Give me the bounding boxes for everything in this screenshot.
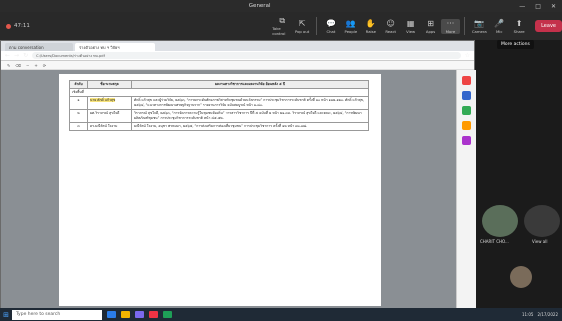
meeting-timer: 47:11: [0, 23, 272, 29]
taskbar-app-icon[interactable]: [121, 311, 130, 318]
browser-tab-active[interactable]: ร่างตัวอย่าง ทบ ฯ วิจัยฯ: [75, 43, 155, 51]
leave-button[interactable]: Leave: [535, 20, 562, 32]
section-row: เชิงพื้นที่: [69, 88, 369, 97]
col-header: ผลงานทางวิชาการและผลงานวิจัย ย้อนหลัง ๕ …: [131, 80, 369, 89]
share-button[interactable]: ⬆ Share: [509, 19, 529, 34]
sidebar-app-icon[interactable]: [462, 106, 471, 115]
rotate-icon[interactable]: ⟳: [43, 63, 46, 68]
taskbar-search[interactable]: Type here to search: [12, 309, 102, 320]
sidebar-app-icon[interactable]: [462, 121, 471, 130]
maximize-icon[interactable]: □: [535, 3, 541, 10]
react-button[interactable]: ☺ React: [381, 19, 401, 34]
back-icon[interactable]: ←: [5, 52, 10, 59]
title-bar: General — □ ✕: [0, 0, 562, 12]
clock-date[interactable]: 2/17/2022: [537, 312, 558, 317]
zoom-out-icon[interactable]: −: [26, 63, 29, 68]
pdf-page: ลำดับ ชื่อ-นามสกุล ผลงานทางวิชาการและผลง…: [59, 74, 381, 306]
apps-icon: ⊞: [427, 18, 434, 28]
camera-icon: 📷: [474, 18, 485, 28]
col-header: ลำดับ: [69, 80, 88, 89]
grid-icon: ▦: [406, 18, 415, 28]
pop-out-icon: ⇱: [298, 18, 306, 28]
research-table: ลำดับ ชื่อ-นามสกุล ผลงานทางวิชาการและผลง…: [69, 80, 369, 131]
close-icon[interactable]: ✕: [551, 3, 556, 10]
raise-hand-button[interactable]: ✋ Raise: [361, 19, 381, 34]
taskbar-app-icon[interactable]: [135, 311, 144, 318]
more-icon: ···: [446, 18, 455, 28]
view-all-link[interactable]: View all: [532, 239, 547, 244]
browser-tab[interactable]: ตาม conversation: [5, 43, 73, 51]
table-row: ๑ นาย ศักดิ์ แก้วสุข ศักดิ์ แก้วสุข และผ…: [69, 96, 369, 110]
shared-screen: ตาม conversation ร่างตัวอย่าง ทบ ฯ วิจัย…: [0, 40, 476, 309]
highlighted-name: นาย ศักดิ์ แก้วสุข: [90, 98, 116, 102]
camera-button[interactable]: 📷 Camera: [469, 19, 489, 34]
draw-icon[interactable]: ✎: [7, 63, 10, 68]
meeting-toolbar: 47:11 ⧉ Take control ⇱ Pop out 💬 Chat 👥 Peop…: [0, 12, 562, 40]
chat-icon: 💬: [325, 18, 336, 28]
col-header: ชื่อ-นามสกุล: [87, 80, 132, 89]
participant-video[interactable]: [482, 205, 518, 237]
address-bar: ← → ↻ C:/Users/Documents/ร่างตัวอย่าง ทบ…: [1, 51, 474, 61]
browser-sidebar: [456, 70, 476, 309]
minimize-icon[interactable]: —: [519, 3, 525, 10]
smile-icon: ☺: [386, 18, 395, 28]
mic-icon: 🎤: [494, 18, 505, 28]
pdf-viewer: ลำดับ ชื่อ-นามสกุล ผลงานทางวิชาการและผลง…: [1, 70, 456, 309]
pdf-toolbar: ✎ ⌫ − + ⟳: [1, 61, 474, 70]
sidebar-app-icon[interactable]: [462, 91, 471, 100]
people-button[interactable]: 👥 People: [341, 19, 361, 34]
apps-button[interactable]: ⊞ Apps: [421, 19, 441, 34]
forward-icon[interactable]: →: [14, 52, 19, 59]
participant-name: CHARIT CHO...: [480, 239, 509, 244]
browser-tabbar: ตาม conversation ร่างตัวอย่าง ทบ ฯ วิจัย…: [1, 41, 474, 51]
taskbar-app-icon[interactable]: [107, 311, 116, 318]
pop-out-button[interactable]: ⇱ Pop out: [292, 19, 312, 34]
chat-button[interactable]: 💬 Chat: [321, 19, 341, 34]
reload-icon[interactable]: ↻: [23, 52, 28, 59]
table-row: ๓ ดร.มณีรัตน์ ใจงาม มณีรัตน์ ใจงาม, อนุช…: [69, 122, 369, 131]
zoom-in-icon[interactable]: +: [34, 63, 37, 68]
participants-panel: CHARIT CHO... View all: [478, 205, 562, 255]
self-video[interactable]: [510, 266, 532, 288]
sidebar-app-icon[interactable]: [462, 76, 471, 85]
people-icon: 👥: [345, 18, 356, 28]
recording-dot-icon: [6, 23, 11, 29]
view-all-circle[interactable]: [524, 205, 560, 237]
url-field[interactable]: C:/Users/Documents/ร่างตัวอย่าง ทบ.pdf: [32, 52, 461, 59]
system-tray: 11:05 2/17/2022: [522, 312, 562, 317]
mic-button[interactable]: 🎤 Mic: [489, 19, 509, 34]
more-actions-tooltip: More actions: [497, 40, 534, 49]
table-row: ๒ ผศ.วิราภรณ์ สุขใจดี วิราภรณ์ สุขใจดี, …: [69, 109, 369, 123]
timer-text: 47:11: [14, 23, 30, 29]
hand-icon: ✋: [365, 18, 376, 28]
clock-time[interactable]: 11:05: [522, 312, 534, 317]
window-title: General: [248, 3, 271, 9]
windows-start-icon[interactable]: ⊞: [0, 311, 12, 319]
screen: General — □ ✕ 47:11 ⧉ Take control ⇱ Pop o…: [0, 0, 562, 321]
take-control-icon: ⧉: [279, 16, 286, 25]
sidebar-app-icon[interactable]: [462, 136, 471, 145]
taskbar-app-icon[interactable]: [149, 311, 158, 318]
taskbar-app-icon[interactable]: [163, 311, 172, 318]
taskbar: ⊞ Type here to search 11:05 2/17/2022: [0, 308, 562, 321]
star-icon[interactable]: ☆: [465, 52, 470, 59]
share-icon: ⬆: [515, 18, 523, 28]
view-button[interactable]: ▦ View: [401, 19, 421, 34]
take-control-button[interactable]: ⧉ Take control: [272, 16, 292, 36]
more-button[interactable]: ··· More: [440, 18, 461, 34]
erase-icon[interactable]: ⌫: [15, 63, 21, 68]
